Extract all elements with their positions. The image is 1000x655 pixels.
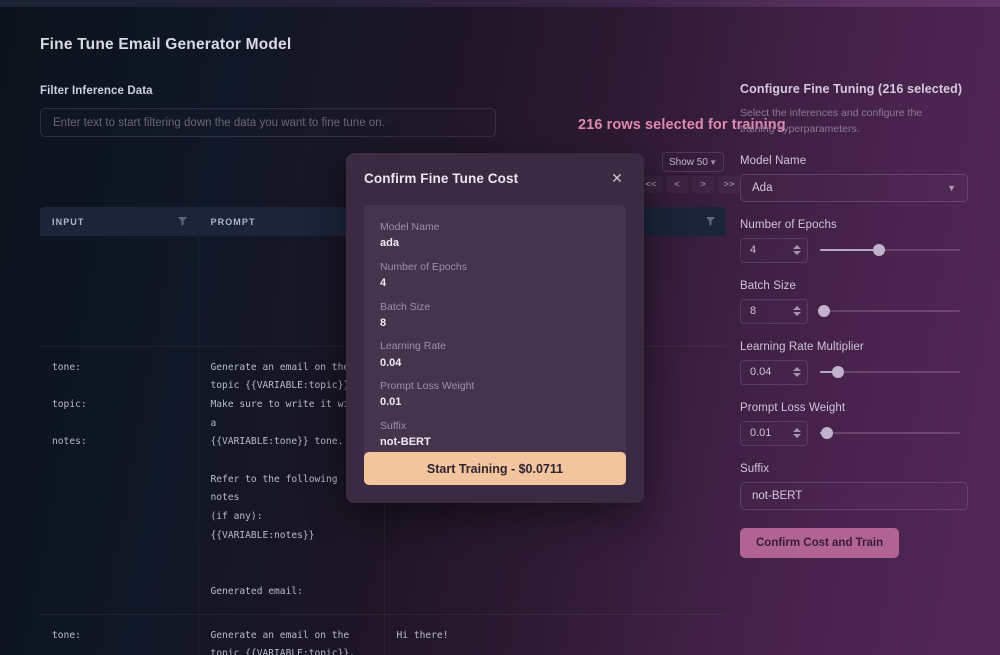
suffix-input[interactable]: [740, 481, 968, 510]
batch-size-stepper[interactable]: 8: [740, 298, 808, 324]
model-name-value: Ada: [752, 181, 773, 194]
slider-track: [820, 432, 960, 435]
stepper-arrows-icon[interactable]: [793, 306, 801, 317]
summary-item: Batch Size 8: [380, 299, 610, 332]
slider-track: [820, 310, 960, 313]
page-title: Fine Tune Email Generator Model: [40, 36, 292, 53]
filter-label: Filter Inference Data: [40, 85, 153, 97]
summary-key: Number of Epochs: [380, 260, 467, 273]
slider-knob[interactable]: [832, 366, 845, 379]
learning-rate-multiplier-slider[interactable]: [820, 364, 960, 380]
pagination-next-button[interactable]: >: [692, 176, 714, 193]
pagination-prev-button[interactable]: <: [666, 176, 688, 193]
modal-header: Confirm Fine Tune Cost ✕: [346, 153, 644, 203]
column-header-input-label: INPUT: [52, 216, 85, 227]
column-header-prompt-label: PROMPT: [210, 216, 256, 227]
prompt-loss-weight-slider[interactable]: [820, 425, 960, 441]
epochs-stepper[interactable]: 4: [740, 237, 808, 263]
stepper-arrows-icon[interactable]: [793, 245, 801, 256]
pagination: << < > >>: [640, 176, 740, 193]
rows-per-page-select[interactable]: Show 50 ▼: [662, 152, 724, 172]
start-training-button[interactable]: Start Training - $0.0711: [364, 452, 626, 485]
slider-knob[interactable]: [821, 427, 833, 440]
field-suffix-label: Suffix: [740, 462, 770, 475]
confirm-cost-and-train-button[interactable]: Confirm Cost and Train: [740, 527, 900, 558]
field-learning-rate-multiplier: Learning Rate Multiplier 0.04: [740, 341, 978, 385]
slider-knob[interactable]: [872, 244, 885, 257]
summary-key: Learning Rate: [380, 340, 446, 353]
table-row[interactable]: tone: topic: Generate an email on the to…: [40, 614, 726, 655]
summary-item: Learning Rate 0.04: [380, 338, 610, 371]
batch-size-slider[interactable]: [818, 303, 960, 319]
sidebar-subtitle: Select the inferences and configure the …: [740, 107, 923, 136]
cell-input: [40, 236, 199, 347]
learning-rate-multiplier-value: 0.04: [750, 366, 772, 379]
field-prompt-loss-weight-label: Prompt Loss Weight: [740, 401, 846, 414]
funnel-icon[interactable]: [705, 215, 716, 228]
chevron-down-icon: ▼: [947, 182, 956, 193]
summary-item: Prompt Loss Weight 0.01: [380, 378, 610, 411]
cell-output: Hi there! We're looking for a new data s…: [384, 614, 726, 655]
model-name-select[interactable]: Ada ▼: [740, 173, 968, 202]
app-root: Fine Tune Email Generator Model Filter I…: [0, 0, 1000, 655]
configure-sidebar: Configure Fine Tuning (216 selected) Sel…: [730, 0, 1000, 655]
summary-item: Suffix not-BERT: [380, 418, 610, 451]
funnel-icon[interactable]: [177, 215, 188, 228]
close-icon[interactable]: ✕: [608, 169, 626, 187]
summary-key: Prompt Loss Weight: [380, 380, 475, 393]
field-learning-rate-multiplier-label: Learning Rate Multiplier: [740, 340, 864, 353]
sidebar-title: Configure Fine Tuning (216 selected): [740, 82, 963, 96]
slider-knob[interactable]: [818, 305, 831, 318]
cell-input: tone: topic: notes:: [40, 346, 199, 615]
filter-input[interactable]: [40, 108, 496, 137]
slider-fill: [820, 249, 879, 252]
epochs-value: 4: [750, 244, 757, 257]
stepper-arrows-icon[interactable]: [793, 428, 801, 439]
field-epochs: Number of Epochs 4: [740, 219, 978, 263]
confirm-fine-tune-cost-modal: Confirm Fine Tune Cost ✕ Model Name ada …: [346, 153, 644, 503]
summary-value: ada: [380, 237, 399, 250]
field-prompt-loss-weight: Prompt Loss Weight 0.01: [740, 402, 978, 446]
column-header-input[interactable]: INPUT: [40, 207, 199, 236]
summary-value: 8: [380, 316, 387, 329]
field-batch-size: Batch Size 8: [740, 280, 978, 324]
field-batch-size-label: Batch Size: [740, 279, 796, 292]
stepper-arrows-icon[interactable]: [793, 367, 801, 378]
field-epochs-label: Number of Epochs: [740, 218, 837, 231]
rows-per-page-label: Show 50: [669, 156, 708, 168]
epochs-slider[interactable]: [820, 242, 960, 258]
learning-rate-multiplier-stepper[interactable]: 0.04: [740, 359, 808, 385]
batch-size-value: 8: [750, 305, 757, 318]
modal-title: Confirm Fine Tune Cost: [364, 170, 519, 186]
field-model-name: Model Name Ada ▼: [740, 155, 978, 202]
summary-value: 0.01: [380, 396, 402, 409]
prompt-loss-weight-value: 0.01: [750, 427, 772, 440]
summary-key: Batch Size: [380, 300, 431, 313]
cost-summary-card: Model Name ada Number of Epochs 4 Batch …: [364, 205, 626, 467]
chevron-down-icon: ▼: [709, 157, 717, 167]
summary-item: Number of Epochs 4: [380, 259, 610, 292]
summary-key: Suffix: [380, 419, 407, 432]
summary-item: Model Name ada: [380, 219, 610, 252]
field-model-name-label: Model Name: [740, 154, 807, 167]
field-suffix: Suffix: [740, 463, 978, 510]
prompt-loss-weight-stepper[interactable]: 0.01: [740, 420, 808, 446]
summary-value: 0.04: [380, 356, 402, 369]
cell-prompt: Generate an email on the topic {{VARIABL…: [198, 614, 385, 655]
summary-key: Model Name: [380, 221, 440, 233]
cell-input: tone: topic:: [40, 614, 199, 655]
summary-value: 4: [380, 277, 387, 290]
summary-value: not-BERT: [380, 436, 431, 449]
